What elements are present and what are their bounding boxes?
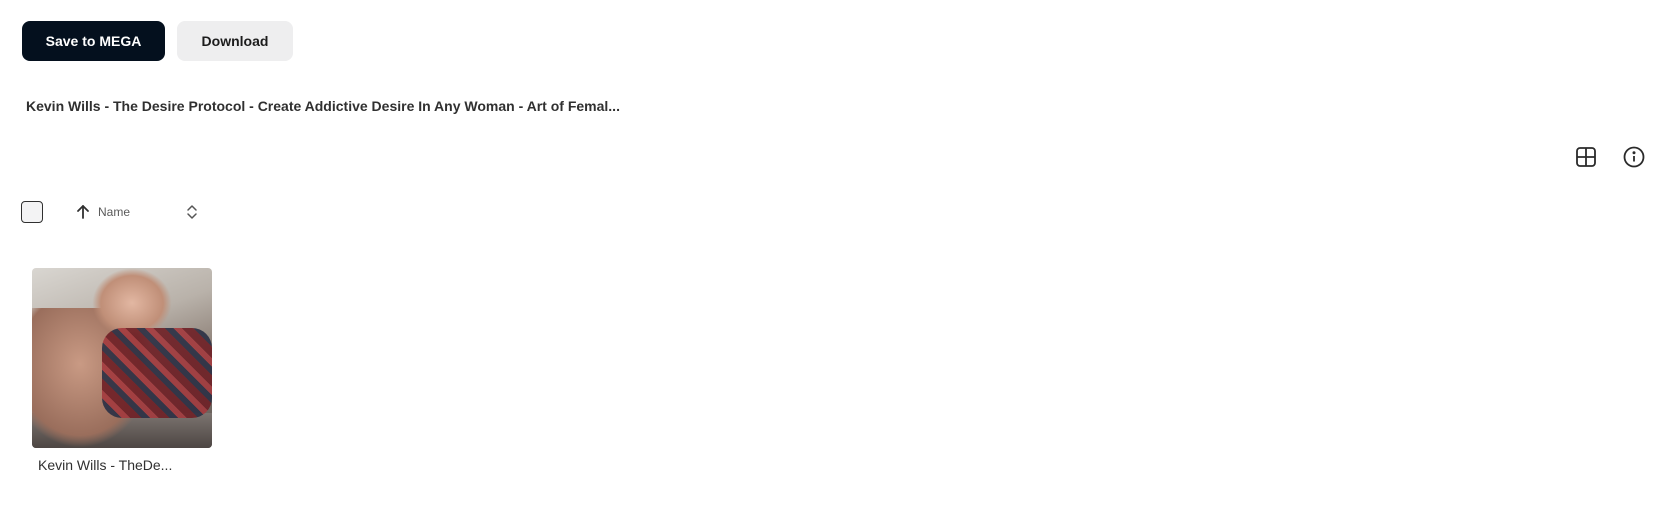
folder-title: Kevin Wills - The Desire Protocol - Crea… — [26, 98, 620, 114]
sort-by-name-label[interactable]: Name — [98, 205, 130, 219]
folder-page: Save to MEGA Download Kevin Wills - The … — [0, 0, 1662, 508]
grid-view-icon[interactable] — [1573, 144, 1599, 170]
select-all-checkbox[interactable] — [21, 201, 43, 223]
toolbar: Save to MEGA Download — [22, 21, 293, 61]
sort-toggle-icon[interactable] — [185, 203, 199, 221]
info-icon[interactable] — [1621, 144, 1647, 170]
file-thumbnail[interactable] — [32, 268, 212, 448]
save-to-mega-button[interactable]: Save to MEGA — [22, 21, 165, 61]
sort-header: Name — [21, 201, 211, 225]
view-controls — [0, 144, 1662, 170]
arrow-up-icon[interactable] — [74, 203, 92, 221]
file-name[interactable]: Kevin Wills - TheDe... — [32, 457, 212, 473]
file-tile[interactable]: Kevin Wills - TheDe... — [32, 268, 212, 473]
download-button[interactable]: Download — [177, 21, 293, 61]
